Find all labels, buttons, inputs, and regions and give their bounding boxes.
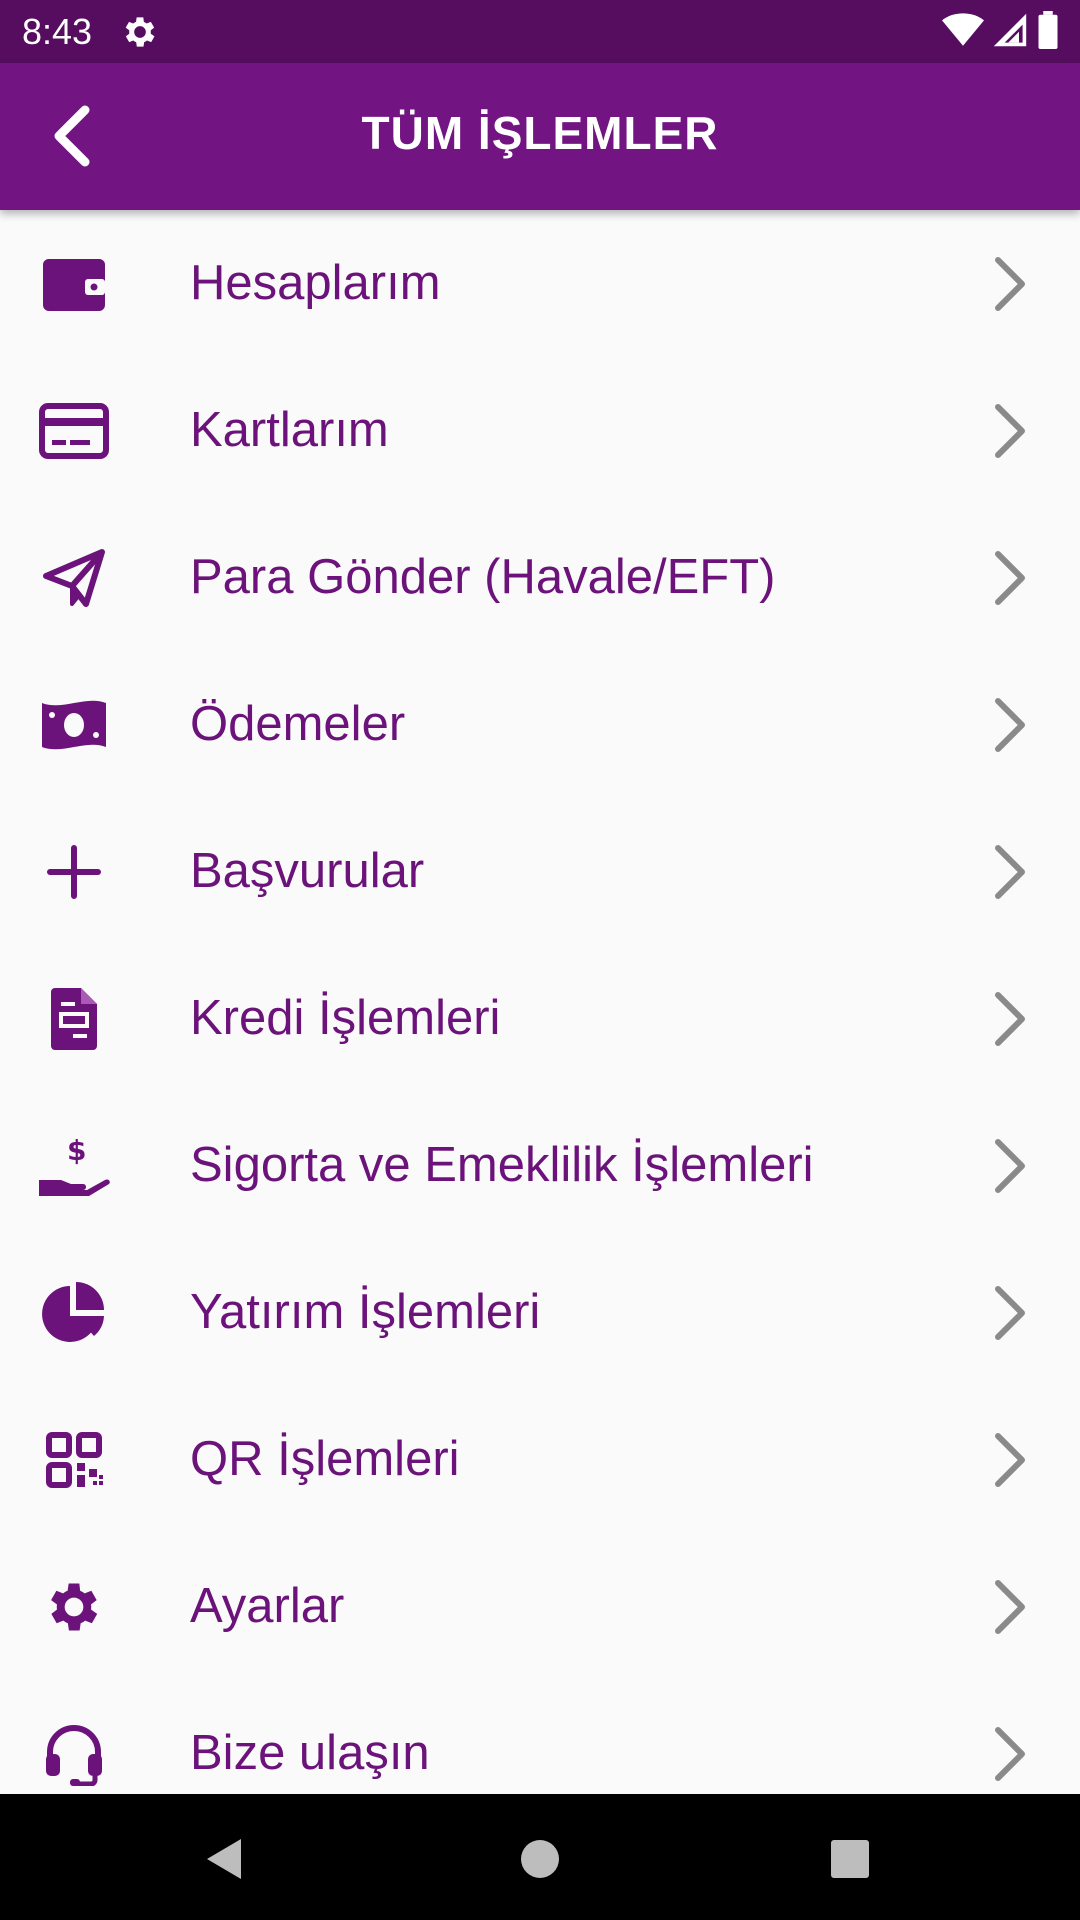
wifi-icon — [942, 12, 984, 53]
chevron-right-icon — [995, 1433, 1025, 1487]
chevron-right-icon — [995, 257, 1025, 311]
chevron-right-icon — [995, 1727, 1025, 1781]
headset-icon — [36, 1720, 112, 1788]
send-icon — [36, 544, 112, 612]
gear-icon — [36, 1573, 112, 1641]
pie-chart-icon — [36, 1279, 112, 1347]
chevron-right-icon — [995, 404, 1025, 458]
menu-item-ayarlar[interactable]: Ayarlar — [0, 1533, 1080, 1680]
chevron-right-icon — [995, 845, 1025, 899]
home-circle-icon[interactable] — [510, 1829, 570, 1889]
menu-item-label: Bize ulaşın — [190, 1726, 430, 1780]
menu-item-odemeler[interactable]: Ödemeler — [0, 651, 1080, 798]
chevron-right-icon — [995, 551, 1025, 605]
menu-item-label: Ödemeler — [190, 697, 406, 751]
menu-item-label: QR İşlemleri — [190, 1432, 460, 1486]
document-icon — [36, 985, 112, 1053]
menu-item-label: Ayarlar — [190, 1579, 345, 1633]
menu-item-label: Hesaplarım — [190, 256, 441, 310]
menu-item-label: Kredi İşlemleri — [190, 991, 501, 1045]
menu-item-label: Para Gönder (Havale/EFT) — [190, 550, 776, 604]
menu-item-hesaplarim[interactable]: Hesaplarım — [0, 210, 1080, 357]
settings-icon — [120, 12, 160, 52]
chevron-right-icon — [995, 1139, 1025, 1193]
menu-item-yatirim-islemleri[interactable]: Yatırım İşlemleri — [0, 1239, 1080, 1386]
back-triangle-icon[interactable] — [195, 1829, 255, 1889]
status-time: 8:43 — [22, 11, 93, 52]
menu-item-basvurular[interactable]: Başvurular — [0, 798, 1080, 945]
menu-item-label: Başvurular — [190, 844, 425, 898]
chevron-right-icon — [995, 1580, 1025, 1634]
chevron-right-icon — [995, 1286, 1025, 1340]
menu-item-sigorta-emeklilik[interactable]: $ Sigorta ve Emeklilik İşlemleri — [0, 1092, 1080, 1239]
chevron-right-icon — [995, 698, 1025, 752]
menu-list: Hesaplarım Kartlarım Para Gönder (Havale… — [0, 210, 1080, 1794]
hand-money-icon: $ — [36, 1132, 112, 1200]
qr-code-icon — [36, 1426, 112, 1494]
menu-item-kredi-islemleri[interactable]: Kredi İşlemleri — [0, 945, 1080, 1092]
svg-text:$: $ — [67, 1134, 86, 1167]
menu-item-bize-ulasin[interactable]: Bize ulaşın — [0, 1680, 1080, 1794]
chevron-right-icon — [995, 992, 1025, 1046]
recents-square-icon[interactable] — [820, 1829, 880, 1889]
menu-item-kartlarim[interactable]: Kartlarım — [0, 357, 1080, 504]
system-nav-bar — [0, 1794, 1080, 1920]
menu-item-label: Yatırım İşlemleri — [190, 1285, 541, 1339]
menu-item-label: Kartlarım — [190, 403, 389, 457]
menu-item-para-gonder[interactable]: Para Gönder (Havale/EFT) — [0, 504, 1080, 651]
plus-icon — [36, 838, 112, 906]
status-bar: 8:43 — [0, 0, 1080, 63]
battery-icon — [1036, 10, 1060, 54]
signal-icon — [992, 12, 1028, 53]
wallet-icon — [36, 250, 112, 318]
status-icons — [942, 10, 1060, 54]
page-title: TÜM İŞLEMLER — [361, 107, 719, 159]
app-bar: TÜM İŞLEMLER — [0, 63, 1080, 210]
menu-item-qr-islemleri[interactable]: QR İşlemleri — [0, 1386, 1080, 1533]
menu-item-label: Sigorta ve Emeklilik İşlemleri — [190, 1138, 814, 1192]
money-icon — [36, 691, 112, 759]
credit-card-icon — [36, 397, 112, 465]
